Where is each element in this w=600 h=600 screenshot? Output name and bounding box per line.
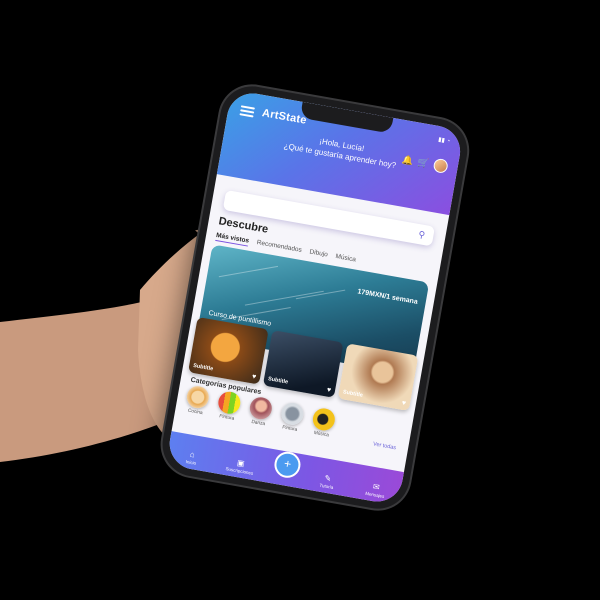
heart-icon[interactable]: ♥ [401, 400, 406, 408]
category-image [248, 395, 274, 422]
category-image [279, 401, 306, 427]
category-item[interactable]: Música [309, 406, 338, 439]
nav-home[interactable]: ⌂ Inicio [171, 447, 213, 469]
nav-tutoring[interactable]: ✎ Tutoría [306, 471, 348, 493]
category-image [311, 406, 337, 433]
category-label: Cocina [187, 408, 203, 417]
status-bar-icon: ▮▮ ◔ [437, 137, 451, 146]
category-item[interactable]: Pintura [277, 401, 306, 434]
category-image [185, 384, 211, 410]
course-price: 179MXN/1 semana [356, 288, 419, 306]
tab-music[interactable]: Música [335, 253, 356, 265]
category-label: Danza [250, 419, 266, 428]
app-title: ArtState [261, 107, 308, 127]
tab-most-viewed[interactable]: Más vistos [215, 231, 250, 247]
tab-drawing[interactable]: Dibujo [309, 248, 328, 260]
greeting: ¡Hola, Lucía! ¿Qué te gustaría aprender … [262, 126, 419, 175]
category-item[interactable]: Pintura [214, 389, 243, 423]
bell-icon[interactable]: 🔔 [401, 154, 414, 167]
card-label: Subtitle [342, 389, 364, 399]
nav-messages[interactable]: ✉ Mensajes [355, 479, 397, 501]
course-card[interactable]: Subtitle ♥ [337, 343, 419, 411]
add-button[interactable]: + [272, 449, 303, 480]
cart-icon[interactable]: 🛒 [417, 156, 430, 169]
category-label: Pintura [218, 414, 235, 422]
heart-icon[interactable]: ♥ [326, 387, 331, 395]
category-item[interactable]: Danza [246, 395, 275, 428]
category-image [216, 389, 243, 416]
course-card[interactable]: Subtitle ♥ [188, 316, 269, 385]
category-label: Pintura [281, 425, 298, 433]
avatar[interactable] [432, 157, 449, 174]
course-card[interactable]: Subtitle ♥ [262, 330, 344, 398]
menu-icon[interactable] [239, 105, 255, 118]
search-icon[interactable]: ⚲ [418, 229, 428, 240]
card-label: Subtitle [192, 362, 214, 373]
category-label: Música [313, 430, 330, 439]
nav-subscriptions[interactable]: ▣ Suscripciones [219, 455, 261, 477]
heart-icon[interactable]: ♥ [251, 373, 256, 381]
card-label: Subtitle [267, 376, 289, 386]
category-item[interactable]: Cocina [183, 384, 212, 417]
